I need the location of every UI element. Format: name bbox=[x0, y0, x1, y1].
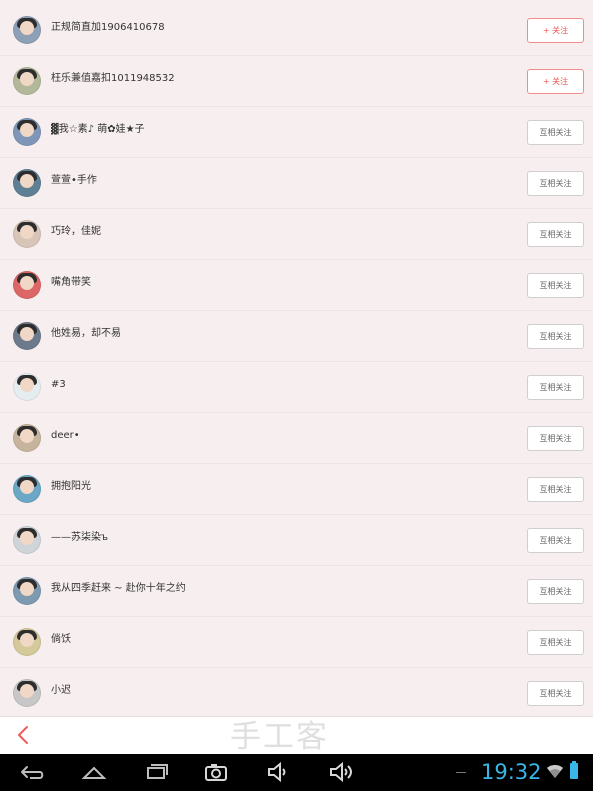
mutual-follow-button[interactable]: 互相关注 bbox=[527, 426, 584, 451]
list-item[interactable]: 倘饫 互相关注 bbox=[0, 617, 593, 668]
avatar-face bbox=[20, 684, 34, 698]
avatar[interactable] bbox=[13, 322, 41, 350]
status-separator bbox=[456, 772, 466, 773]
volume-up-icon[interactable] bbox=[326, 760, 354, 784]
battery-icon bbox=[570, 761, 578, 779]
avatar[interactable] bbox=[13, 271, 41, 299]
avatar-face bbox=[20, 327, 34, 341]
user-name: 萱萱•手作 bbox=[51, 175, 97, 186]
back-icon[interactable] bbox=[18, 760, 46, 784]
follow-button[interactable]: + 关注 bbox=[527, 69, 584, 94]
avatar[interactable] bbox=[13, 679, 41, 707]
list-item[interactable]: 小迟 互相关注 bbox=[0, 668, 593, 716]
avatar-face bbox=[20, 276, 34, 290]
mutual-follow-button[interactable]: 互相关注 bbox=[527, 681, 584, 706]
user-name: 小迟 bbox=[51, 685, 71, 696]
avatar-face bbox=[20, 582, 34, 596]
list-item[interactable]: 嘴角带笑 互相关注 bbox=[0, 260, 593, 311]
avatar-face bbox=[20, 123, 34, 137]
avatar[interactable] bbox=[13, 67, 41, 95]
user-name: 他姓易，却不易 bbox=[51, 328, 121, 339]
status-time: 19:32 bbox=[481, 760, 542, 784]
avatar[interactable] bbox=[13, 577, 41, 605]
mutual-follow-button[interactable]: 互相关注 bbox=[527, 171, 584, 196]
avatar[interactable] bbox=[13, 526, 41, 554]
user-name: 拥抱阳光 bbox=[51, 481, 91, 492]
list-item[interactable]: ——苏柒染ъ 互相关注 bbox=[0, 515, 593, 566]
follow-button[interactable]: + 关注 bbox=[527, 18, 584, 43]
user-name: #3 bbox=[51, 379, 66, 390]
mutual-follow-button[interactable]: 互相关注 bbox=[527, 579, 584, 604]
list-item[interactable]: 我从四季赶来 ~ 赴你十年之约 互相关注 bbox=[0, 566, 593, 617]
mutual-follow-button[interactable]: 互相关注 bbox=[527, 222, 584, 247]
follow-list[interactable]: 正规简直加1906410678 + 关注 枉乐兼值嘉扣1011948532 + 关注 ▓… bbox=[0, 5, 593, 716]
avatar-face bbox=[20, 429, 34, 443]
chevron-left-icon[interactable] bbox=[14, 725, 34, 745]
list-item[interactable]: 拥抱阳光 互相关注 bbox=[0, 464, 593, 515]
user-name: ——苏柒染ъ bbox=[51, 532, 109, 543]
avatar-face bbox=[20, 21, 34, 35]
avatar[interactable] bbox=[13, 169, 41, 197]
avatar-face bbox=[20, 72, 34, 86]
list-item[interactable]: 巧玲，佳妮 互相关注 bbox=[0, 209, 593, 260]
app-screen: 正规简直加1906410678 + 关注 枉乐兼值嘉扣1011948532 + 关注 ▓… bbox=[0, 0, 593, 791]
mutual-follow-button[interactable]: 互相关注 bbox=[527, 528, 584, 553]
avatar[interactable] bbox=[13, 628, 41, 656]
mutual-follow-button[interactable]: 互相关注 bbox=[527, 273, 584, 298]
avatar[interactable] bbox=[13, 373, 41, 401]
mutual-follow-button[interactable]: 互相关注 bbox=[527, 630, 584, 655]
list-item[interactable]: ▓我☆素♪ 萌✿娃★子 互相关注 bbox=[0, 107, 593, 158]
user-name: ▓我☆素♪ 萌✿娃★子 bbox=[51, 124, 145, 135]
user-name: 枉乐兼值嘉扣1011948532 bbox=[51, 73, 175, 84]
user-name: deer• bbox=[51, 430, 80, 441]
avatar-face bbox=[20, 378, 34, 392]
mutual-follow-button[interactable]: 互相关注 bbox=[527, 477, 584, 502]
avatar-face bbox=[20, 225, 34, 239]
avatar-face bbox=[20, 633, 34, 647]
wifi-icon bbox=[547, 765, 563, 778]
avatar-face bbox=[20, 531, 34, 545]
home-icon[interactable] bbox=[80, 760, 108, 784]
volume-down-icon[interactable] bbox=[264, 760, 292, 784]
avatar-face bbox=[20, 174, 34, 188]
user-name: 倘饫 bbox=[51, 634, 71, 645]
system-navigation-bar: 19:32 bbox=[0, 754, 593, 791]
list-item[interactable]: deer• 互相关注 bbox=[0, 413, 593, 464]
avatar[interactable] bbox=[13, 475, 41, 503]
user-name: 我从四季赶来 ~ 赴你十年之约 bbox=[51, 583, 186, 594]
list-item[interactable]: #3 互相关注 bbox=[0, 362, 593, 413]
avatar-face bbox=[20, 480, 34, 494]
avatar[interactable] bbox=[13, 220, 41, 248]
avatar[interactable] bbox=[13, 424, 41, 452]
list-item[interactable]: 萱萱•手作 互相关注 bbox=[0, 158, 593, 209]
avatar[interactable] bbox=[13, 16, 41, 44]
camera-icon[interactable] bbox=[202, 760, 230, 784]
list-item[interactable]: 枉乐兼值嘉扣1011948532 + 关注 bbox=[0, 56, 593, 107]
mutual-follow-button[interactable]: 互相关注 bbox=[527, 324, 584, 349]
bottom-bar bbox=[0, 716, 593, 754]
list-item[interactable]: 他姓易，却不易 互相关注 bbox=[0, 311, 593, 362]
mutual-follow-button[interactable]: 互相关注 bbox=[527, 375, 584, 400]
avatar[interactable] bbox=[13, 118, 41, 146]
user-name: 正规简直加1906410678 bbox=[51, 22, 165, 33]
recent-apps-icon[interactable] bbox=[142, 760, 170, 784]
mutual-follow-button[interactable]: 互相关注 bbox=[527, 120, 584, 145]
user-name: 巧玲，佳妮 bbox=[51, 226, 101, 237]
user-name: 嘴角带笑 bbox=[51, 277, 91, 288]
list-item[interactable]: 正规简直加1906410678 + 关注 bbox=[0, 5, 593, 56]
